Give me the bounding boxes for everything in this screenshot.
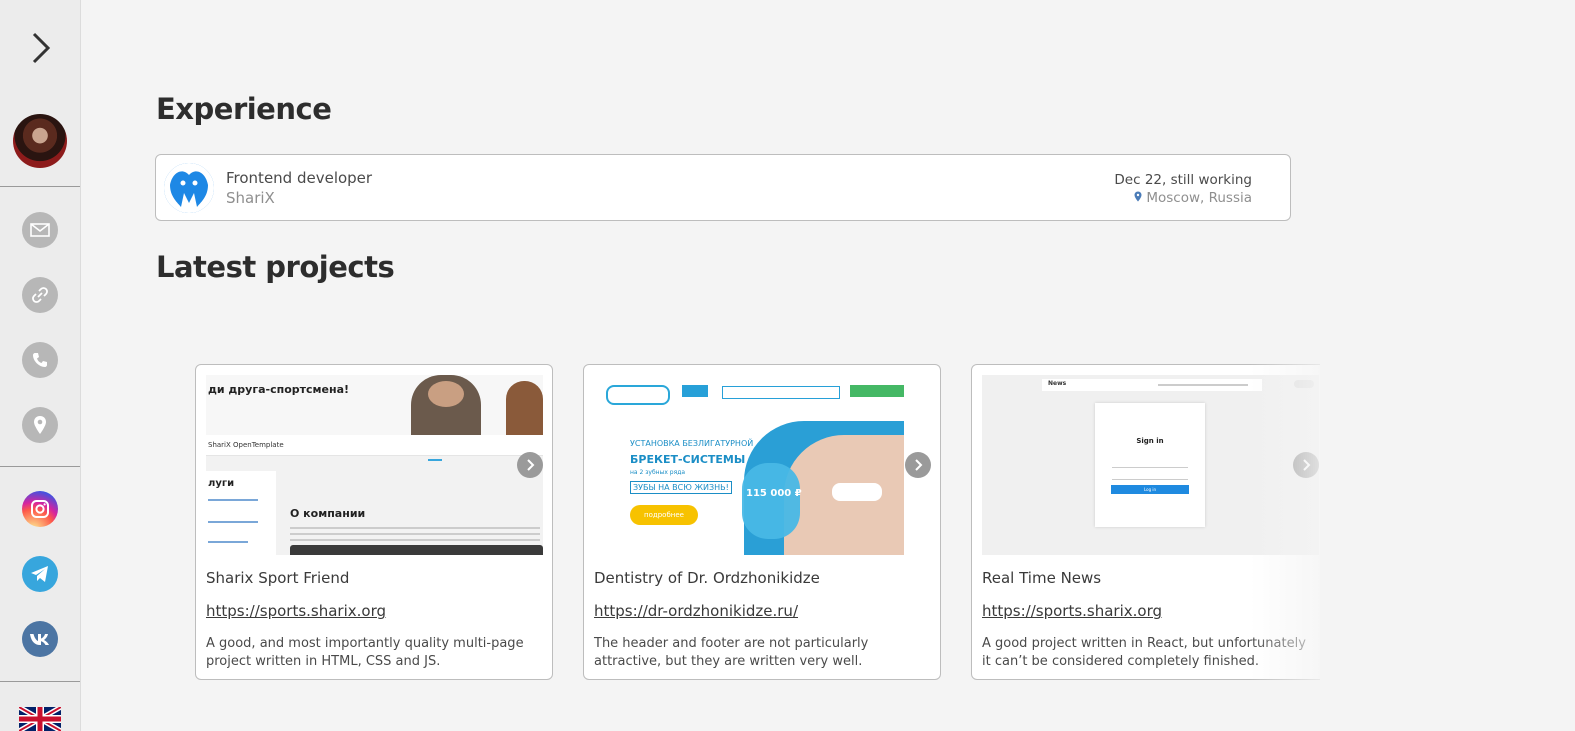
project-card: News Sign in Log in Real Time News https… xyxy=(971,364,1320,680)
sidebar-divider xyxy=(0,466,80,467)
preview-line2: БРЕКЕТ-СИСТЕМЫ xyxy=(630,453,746,466)
sidebar xyxy=(0,0,81,731)
flag-uk-icon[interactable] xyxy=(19,707,61,731)
instagram-icon[interactable] xyxy=(22,491,58,527)
phone-icon[interactable] xyxy=(22,342,58,378)
project-link[interactable]: https://sports.sharix.org xyxy=(982,602,1162,620)
chevron-right-icon[interactable] xyxy=(28,30,54,66)
location-icon[interactable] xyxy=(22,407,58,443)
mail-icon[interactable] xyxy=(22,212,58,248)
project-link[interactable]: https://dr-ordzhonikidze.ru/ xyxy=(594,602,798,620)
project-preview-image: 115 000 ₽ УСТАНОВКА БЕЗЛИГАТУРНОЙ БРЕКЕТ… xyxy=(594,375,931,555)
project-link[interactable]: https://sports.sharix.org xyxy=(206,602,386,620)
carousel-next-button[interactable] xyxy=(1293,452,1319,478)
job-role: Frontend developer xyxy=(226,169,373,187)
company-logo xyxy=(164,163,214,213)
preview-line1: УСТАНОВКА БЕЗЛИГАТУРНОЙ xyxy=(630,439,754,448)
experience-heading: Experience xyxy=(156,92,332,126)
preview-price: 115 000 ₽ xyxy=(746,488,802,499)
project-preview-image: News Sign in Log in xyxy=(982,375,1319,555)
job-location: Moscow, Russia xyxy=(1134,190,1252,206)
preview-button: Log in xyxy=(1111,485,1189,494)
sidebar-divider xyxy=(0,186,80,187)
carousel-next-button[interactable] xyxy=(517,452,543,478)
project-description: The header and footer are not particular… xyxy=(594,636,869,669)
project-title: Real Time News xyxy=(982,569,1102,587)
job-location-text: Moscow, Russia xyxy=(1146,190,1252,206)
preview-brand: ShariX OpenTemplate xyxy=(208,441,284,449)
projects-heading: Latest projects xyxy=(156,250,395,284)
project-title: Dentistry of Dr. Ordzhonikidze xyxy=(594,569,820,587)
project-preview-image: ди друга-спортсмена! ShariX OpenTemplate… xyxy=(206,375,543,555)
preview-button: подробнее xyxy=(630,505,698,525)
carousel-next-button[interactable] xyxy=(905,452,931,478)
preview-badge: ЗУБЫ НА ВСЮ ЖИЗНЬ! xyxy=(630,481,732,494)
project-description: A good, and most importantly quality mul… xyxy=(206,636,524,669)
vk-icon[interactable] xyxy=(22,621,58,657)
sidebar-divider xyxy=(0,681,80,682)
avatar[interactable] xyxy=(13,114,67,168)
experience-card: Frontend developer ShariX Dec 22, still … xyxy=(155,154,1291,221)
job-dates: Dec 22, still working xyxy=(1114,172,1252,188)
preview-headline: ди друга-спортсмена! xyxy=(208,383,350,396)
project-card: 115 000 ₽ УСТАНОВКА БЕЗЛИГАТУРНОЙ БРЕКЕТ… xyxy=(583,364,941,680)
project-card: ди друга-спортсмена! ShariX OpenTemplate… xyxy=(195,364,553,680)
preview-side: луги xyxy=(208,478,235,489)
link-icon[interactable] xyxy=(22,277,58,313)
project-description: A good project written in React, but unf… xyxy=(982,636,1306,669)
project-title: Sharix Sport Friend xyxy=(206,569,350,587)
preview-brand: News xyxy=(1048,380,1067,387)
telegram-icon[interactable] xyxy=(22,556,58,592)
company-name: ShariX xyxy=(226,189,275,207)
preview-form-title: Sign in xyxy=(1136,437,1164,445)
location-pin-icon xyxy=(1134,190,1142,206)
preview-line3: на 2 зубных ряда xyxy=(630,469,686,476)
preview-section: О компании xyxy=(290,507,366,520)
projects-carousel: ди друга-спортсмена! ShariX OpenTemplate… xyxy=(195,364,1320,681)
